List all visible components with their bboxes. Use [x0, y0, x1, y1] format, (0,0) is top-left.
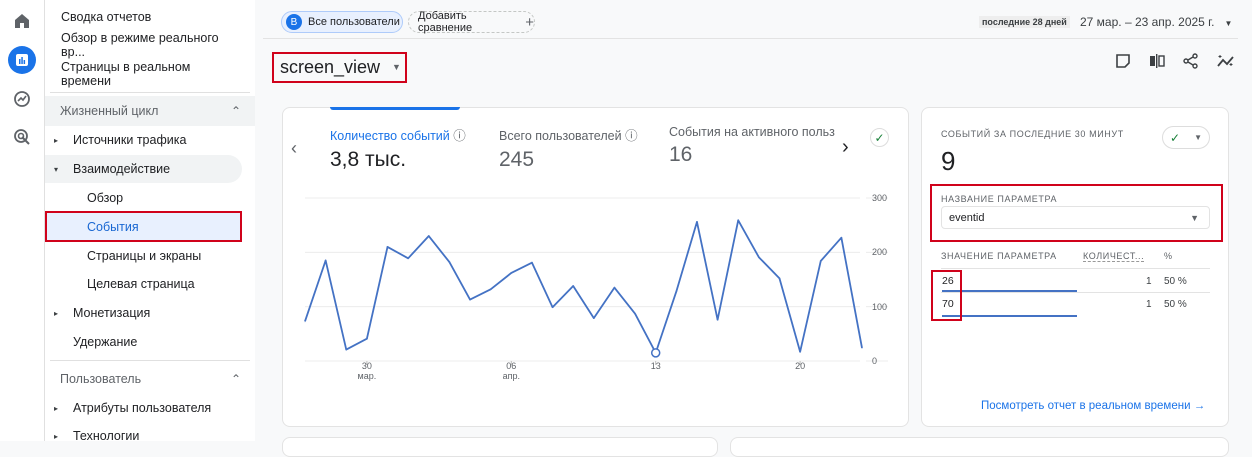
- column-count[interactable]: КОЛИЧЕСТ...: [1083, 251, 1144, 262]
- share-bar: [942, 290, 1077, 292]
- table-row[interactable]: 26 1 50 %: [941, 269, 1210, 293]
- y-tick-label: 100: [872, 302, 887, 312]
- data-quality-dropdown[interactable]: ✓▼: [1162, 126, 1210, 149]
- link-label: Посмотреть отчет в реальном времени: [981, 400, 1191, 412]
- table-row[interactable]: 70 1 50 %: [941, 293, 1210, 317]
- view-realtime-link[interactable]: Посмотреть отчет в реальном времени →: [981, 400, 1205, 412]
- check-icon: ✓: [1170, 131, 1180, 145]
- arrow-right-icon: →: [1194, 400, 1206, 412]
- column-percent[interactable]: %: [1164, 251, 1173, 261]
- x-tick-label: 13: [641, 361, 671, 371]
- y-tick-label: 0: [872, 356, 877, 366]
- column-param-value[interactable]: ЗНАЧЕНИЕ ПАРАМЕТРА: [941, 251, 1057, 261]
- dropdown-icon: ▼: [1194, 133, 1202, 142]
- x-tick-label: 30: [352, 361, 382, 371]
- x-tick-label: 06: [496, 361, 526, 371]
- row-percent: 50 %: [1164, 276, 1187, 287]
- x-tick-label: 20: [785, 361, 815, 371]
- row-count: 1: [1146, 299, 1152, 310]
- realtime-card: СОБЫТИЙ ЗА ПОСЛЕДНИЕ 30 МИНУТ 9 ✓▼ НАЗВА…: [921, 107, 1229, 427]
- share-bar: [942, 315, 1077, 317]
- row-percent: 50 %: [1164, 299, 1187, 310]
- bottom-card: [730, 437, 1229, 457]
- highlighted-point[interactable]: [652, 349, 660, 357]
- highlight-box: [931, 270, 962, 321]
- y-tick-label: 200: [872, 247, 887, 257]
- realtime-title: СОБЫТИЙ ЗА ПОСЛЕДНИЕ 30 МИНУТ: [941, 129, 1124, 139]
- bottom-card: [282, 437, 718, 457]
- x-tick-month: мар.: [352, 371, 382, 381]
- row-count: 1: [1146, 276, 1152, 287]
- series-line: [305, 220, 862, 353]
- realtime-count: 9: [941, 146, 955, 177]
- y-tick-label: 300: [872, 193, 887, 203]
- x-tick-month: апр.: [496, 371, 526, 381]
- highlight-box: [930, 184, 1223, 242]
